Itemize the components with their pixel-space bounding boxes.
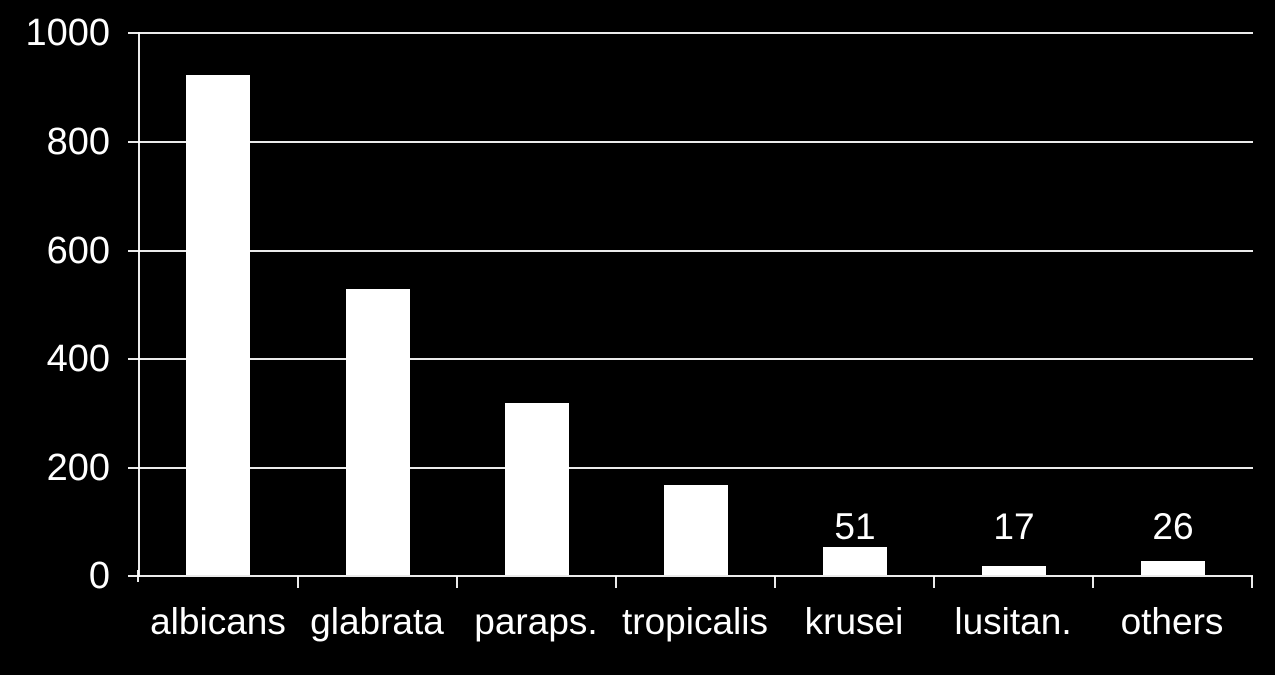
x-tick-5	[933, 576, 935, 588]
gridline-200	[138, 467, 1253, 469]
y-tick-label-0: 0	[88, 555, 110, 597]
x-tick-label-glabrata: glabrata	[310, 601, 444, 642]
data-label-lusitan: 17	[993, 506, 1035, 547]
x-tick-label-paraps: paraps.	[474, 601, 598, 642]
x-tick-1	[297, 576, 299, 588]
x-tick-6	[1092, 576, 1094, 588]
bar-chart: 1000 800 600 400 200 0 51 17 26 albicans…	[0, 0, 1275, 675]
x-tick-4	[774, 576, 776, 588]
bar-glabrata[interactable]	[346, 289, 410, 575]
x-tick-label-lusitan: lusitan.	[954, 601, 1072, 642]
bar-krusei[interactable]	[823, 547, 887, 575]
gridline-600	[138, 250, 1253, 252]
x-tick-7	[1251, 576, 1253, 588]
data-label-others: 26	[1152, 506, 1194, 547]
plot-area: 1000 800 600 400 200 0 51 17 26 albicans…	[0, 0, 1275, 675]
bar-paraps[interactable]	[505, 403, 569, 575]
y-tick-label-600: 600	[46, 230, 110, 272]
y-axis-line	[138, 32, 140, 576]
gridline-800	[138, 141, 1253, 143]
y-tick-label-800: 800	[46, 121, 110, 163]
y-tick-label-200: 200	[46, 447, 110, 489]
x-tick-0	[137, 570, 139, 582]
bar-tropicalis[interactable]	[664, 485, 728, 575]
x-tick-label-tropicalis: tropicalis	[622, 601, 768, 642]
data-label-krusei: 51	[834, 506, 876, 547]
y-tick-800	[128, 141, 140, 143]
y-tick-1000	[128, 32, 140, 34]
y-tick-label-400: 400	[46, 338, 110, 380]
bar-others[interactable]	[1141, 561, 1205, 575]
x-tick-2	[456, 576, 458, 588]
y-tick-200	[128, 467, 140, 469]
y-tick-label-1000: 1000	[25, 12, 110, 54]
x-axis-line	[138, 575, 1253, 577]
bar-lusitan[interactable]	[982, 566, 1046, 575]
gridline-1000	[138, 32, 1253, 34]
x-tick-label-albicans: albicans	[150, 601, 286, 642]
x-tick-label-others: others	[1120, 601, 1224, 642]
bar-albicans[interactable]	[186, 75, 250, 575]
y-tick-600	[128, 250, 140, 252]
x-tick-label-krusei: krusei	[804, 601, 904, 642]
x-tick-3	[615, 576, 617, 588]
gridline-400	[138, 358, 1253, 360]
y-tick-400	[128, 358, 140, 360]
